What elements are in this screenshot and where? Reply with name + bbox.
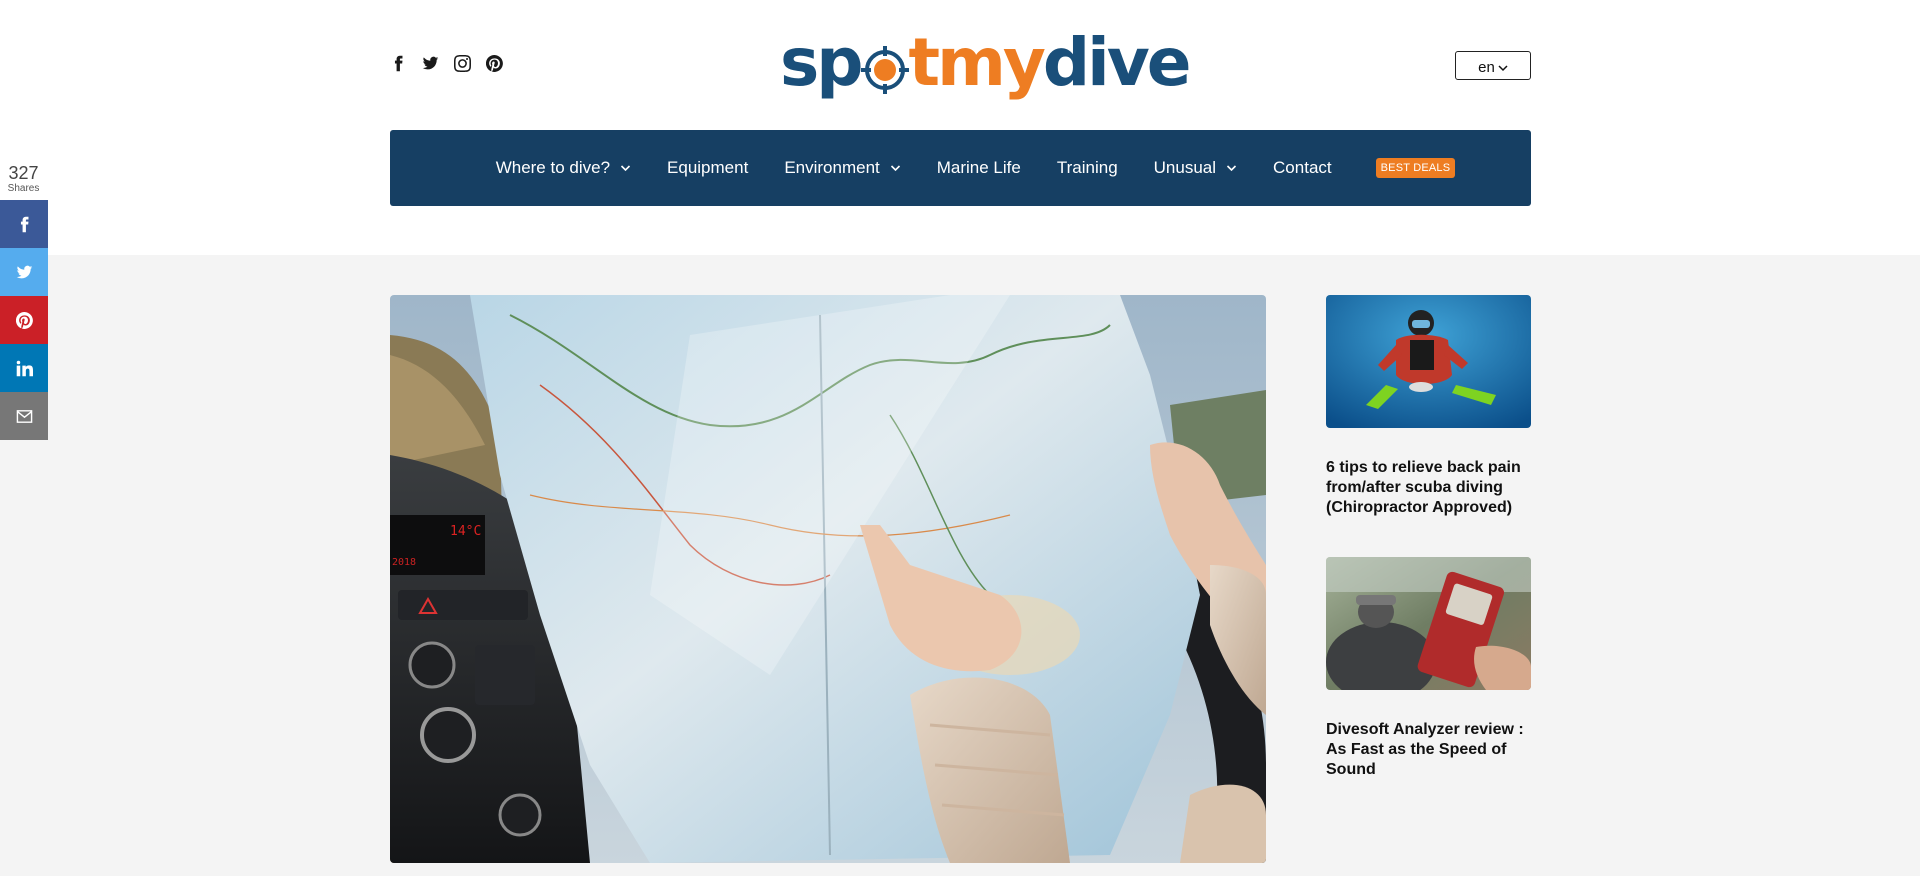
language-select[interactable]: en xyxy=(1455,51,1531,80)
chevron-down-icon xyxy=(620,165,631,172)
nav-item-label: Equipment xyxy=(667,158,749,177)
site-header: sp tmy dive en Where to dive? Equipment … xyxy=(0,0,1920,255)
logo-text-tmy: tmy xyxy=(908,24,1046,101)
post-title[interactable]: Divesoft Analyzer review : As Fast as th… xyxy=(1326,720,1531,780)
svg-text:2018: 2018 xyxy=(392,557,416,568)
nav-item-label: Environment xyxy=(784,158,880,177)
share-facebook-button[interactable] xyxy=(0,200,48,248)
instagram-icon[interactable] xyxy=(454,55,471,72)
site-logo[interactable]: sp tmy dive xyxy=(780,24,1192,101)
crosshair-icon xyxy=(859,39,911,94)
nav-item-label: Training xyxy=(1056,158,1118,177)
pinterest-icon xyxy=(15,311,33,329)
logo-text-sp: sp xyxy=(780,24,864,101)
nav-item-marine-life[interactable]: Marine Life xyxy=(937,158,1021,178)
nav-item-training[interactable]: Training xyxy=(1057,158,1118,178)
nav-item-where-to-dive[interactable]: Where to dive? xyxy=(496,158,631,178)
nav-item-environment[interactable]: Environment xyxy=(784,158,900,178)
linkedin-icon xyxy=(16,360,33,376)
nav-item-contact[interactable]: Contact xyxy=(1273,158,1332,178)
share-twitter-button[interactable] xyxy=(0,248,48,296)
facebook-icon xyxy=(20,216,28,232)
facebook-icon[interactable] xyxy=(390,55,407,72)
sidebar-post: Divesoft Analyzer review : As Fast as th… xyxy=(1326,557,1531,780)
chevron-down-icon xyxy=(1226,165,1237,172)
email-icon xyxy=(16,409,32,423)
twitter-icon[interactable] xyxy=(422,55,439,72)
nav-item-label: Contact xyxy=(1273,158,1332,177)
logo-text-dive: dive xyxy=(1042,24,1192,101)
share-count-value: 327 xyxy=(8,163,39,183)
twitter-icon xyxy=(16,265,32,278)
post-thumbnail-divesoft-analyzer[interactable] xyxy=(1326,557,1531,690)
header-social-links xyxy=(390,55,503,72)
chevron-down-icon xyxy=(890,165,900,172)
language-value: en xyxy=(1478,59,1495,76)
nav-item-unusual[interactable]: Unusual xyxy=(1154,158,1237,178)
nav-item-label: Unusual xyxy=(1153,158,1217,177)
share-count-label: Shares xyxy=(7,183,40,194)
svg-text:14°C: 14°C xyxy=(450,524,481,539)
featured-image-map[interactable]: 14°C 2018 xyxy=(390,295,1266,863)
share-email-button[interactable] xyxy=(0,392,48,440)
main-navigation: Where to dive? Equipment Environment Mar… xyxy=(390,130,1531,206)
sidebar-post: 6 tips to relieve back pain from/after s… xyxy=(1326,295,1531,518)
share-pinterest-button[interactable] xyxy=(0,296,48,344)
nav-item-equipment[interactable]: Equipment xyxy=(667,158,748,178)
post-thumbnail-scuba-diver[interactable] xyxy=(1326,295,1531,428)
nav-item-label: Where to dive? xyxy=(495,158,611,177)
content-area: 14°C 2018 6 tips to relieve back pain fr… xyxy=(0,255,1920,876)
share-counter: 327 Shares xyxy=(0,163,47,195)
post-title[interactable]: 6 tips to relieve back pain from/after s… xyxy=(1326,458,1531,518)
best-deals-badge[interactable]: BEST DEALS xyxy=(1375,158,1456,178)
chevron-down-icon xyxy=(1498,64,1508,71)
nav-item-label: Marine Life xyxy=(936,158,1021,177)
pinterest-icon[interactable] xyxy=(486,55,503,72)
share-linkedin-button[interactable] xyxy=(0,344,48,392)
